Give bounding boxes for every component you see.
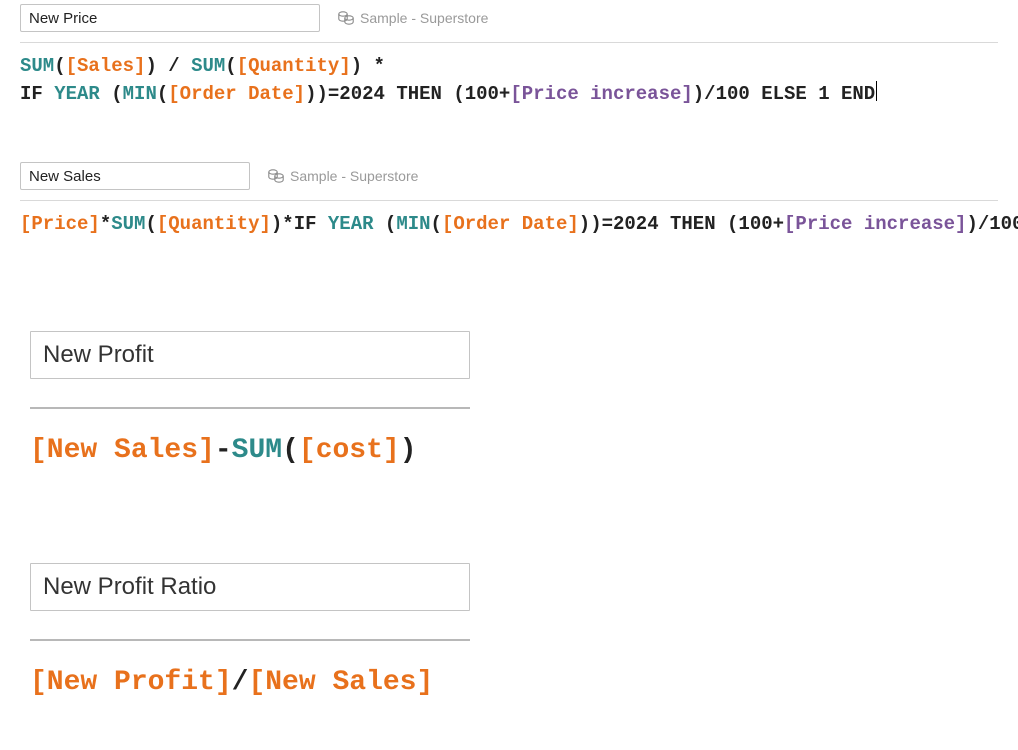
formula-editor[interactable]: [New Profit]/[New Sales] [30,665,490,701]
formula-token: [Quantity] [237,55,351,77]
formula-token: MIN [123,83,157,105]
datasource-icon [268,169,284,183]
formula-token: [Quantity] [157,213,271,235]
datasource-name: Sample - Superstore [290,168,418,184]
formula-token: )/100 ELSE 1 END [966,213,1018,235]
formula-token: ) [400,435,417,466]
datasource-label[interactable]: Sample - Superstore [338,10,488,26]
calc-editor: [New Sales]-SUM([cost]) [0,311,520,479]
formula-editor[interactable]: [Price]*SUM([Quantity])*IF YEAR (MIN([Or… [20,211,998,239]
formula-token: SUM [20,55,54,77]
formula-token: ) [351,55,362,77]
calc-name-input[interactable] [30,331,470,379]
calc-editor: [New Profit]/[New Sales] [0,543,520,711]
formula-token: [Order Date] [442,213,579,235]
formula-token: ( [282,435,299,466]
formula-token: ( [54,55,65,77]
formula-editor[interactable]: SUM([Sales]) / SUM([Quantity]) * IF YEAR… [20,53,998,108]
formula-token: )/100 ELSE 1 END [693,83,875,105]
formula-token: ) [271,213,282,235]
datasource-name: Sample - Superstore [360,10,488,26]
formula-token: * [362,55,385,77]
divider [20,200,998,201]
calc-name-input[interactable] [20,162,250,190]
formula-token: *IF [282,213,328,235]
calc-name-input[interactable] [20,4,320,32]
formula-token: [Price increase] [510,83,692,105]
formula-token: ) [305,83,316,105]
formula-token: ( [145,213,156,235]
formula-token: ( [157,83,168,105]
calc-name-input[interactable] [30,563,470,611]
formula-token: SUM [232,435,282,466]
formula-token: [Order Date] [168,83,305,105]
datasource-label[interactable]: Sample - Superstore [268,168,418,184]
calc-editor: Sample - Superstore SUM([Sales]) / SUM([… [0,0,1018,116]
calc-editor: Sample - Superstore [Price]*SUM([Quantit… [0,158,1018,247]
formula-token: [New Sales] [30,435,215,466]
formula-token: ( [225,55,236,77]
formula-editor[interactable]: [New Sales]-SUM([cost]) [30,433,490,469]
formula-token: ) [145,55,156,77]
formula-token: YEAR [328,213,374,235]
formula-token: ( [100,83,123,105]
formula-token: * [100,213,111,235]
formula-token: ) [579,213,590,235]
formula-token: ( [374,213,397,235]
text-caret [876,81,877,101]
formula-token: MIN [396,213,430,235]
formula-token: IF [20,83,54,105]
formula-token: [New Sales] [248,667,433,698]
formula-token: [Sales] [66,55,146,77]
formula-token: SUM [191,55,225,77]
divider [30,407,470,409]
formula-token: ( [431,213,442,235]
divider [20,42,998,43]
formula-token: [Price] [20,213,100,235]
formula-token: / [157,55,191,77]
formula-token: - [215,435,232,466]
formula-token: / [232,667,249,698]
datasource-icon [338,11,354,25]
formula-token: [cost] [299,435,400,466]
formula-token: YEAR [54,83,100,105]
formula-token: [New Profit] [30,667,232,698]
formula-token: )=2024 THEN (100+ [590,213,784,235]
formula-token: [Price increase] [784,213,966,235]
calc-header: Sample - Superstore [20,4,998,32]
formula-token: SUM [111,213,145,235]
formula-token: )=2024 THEN (100+ [317,83,511,105]
divider [30,639,470,641]
calc-header: Sample - Superstore [20,162,998,190]
